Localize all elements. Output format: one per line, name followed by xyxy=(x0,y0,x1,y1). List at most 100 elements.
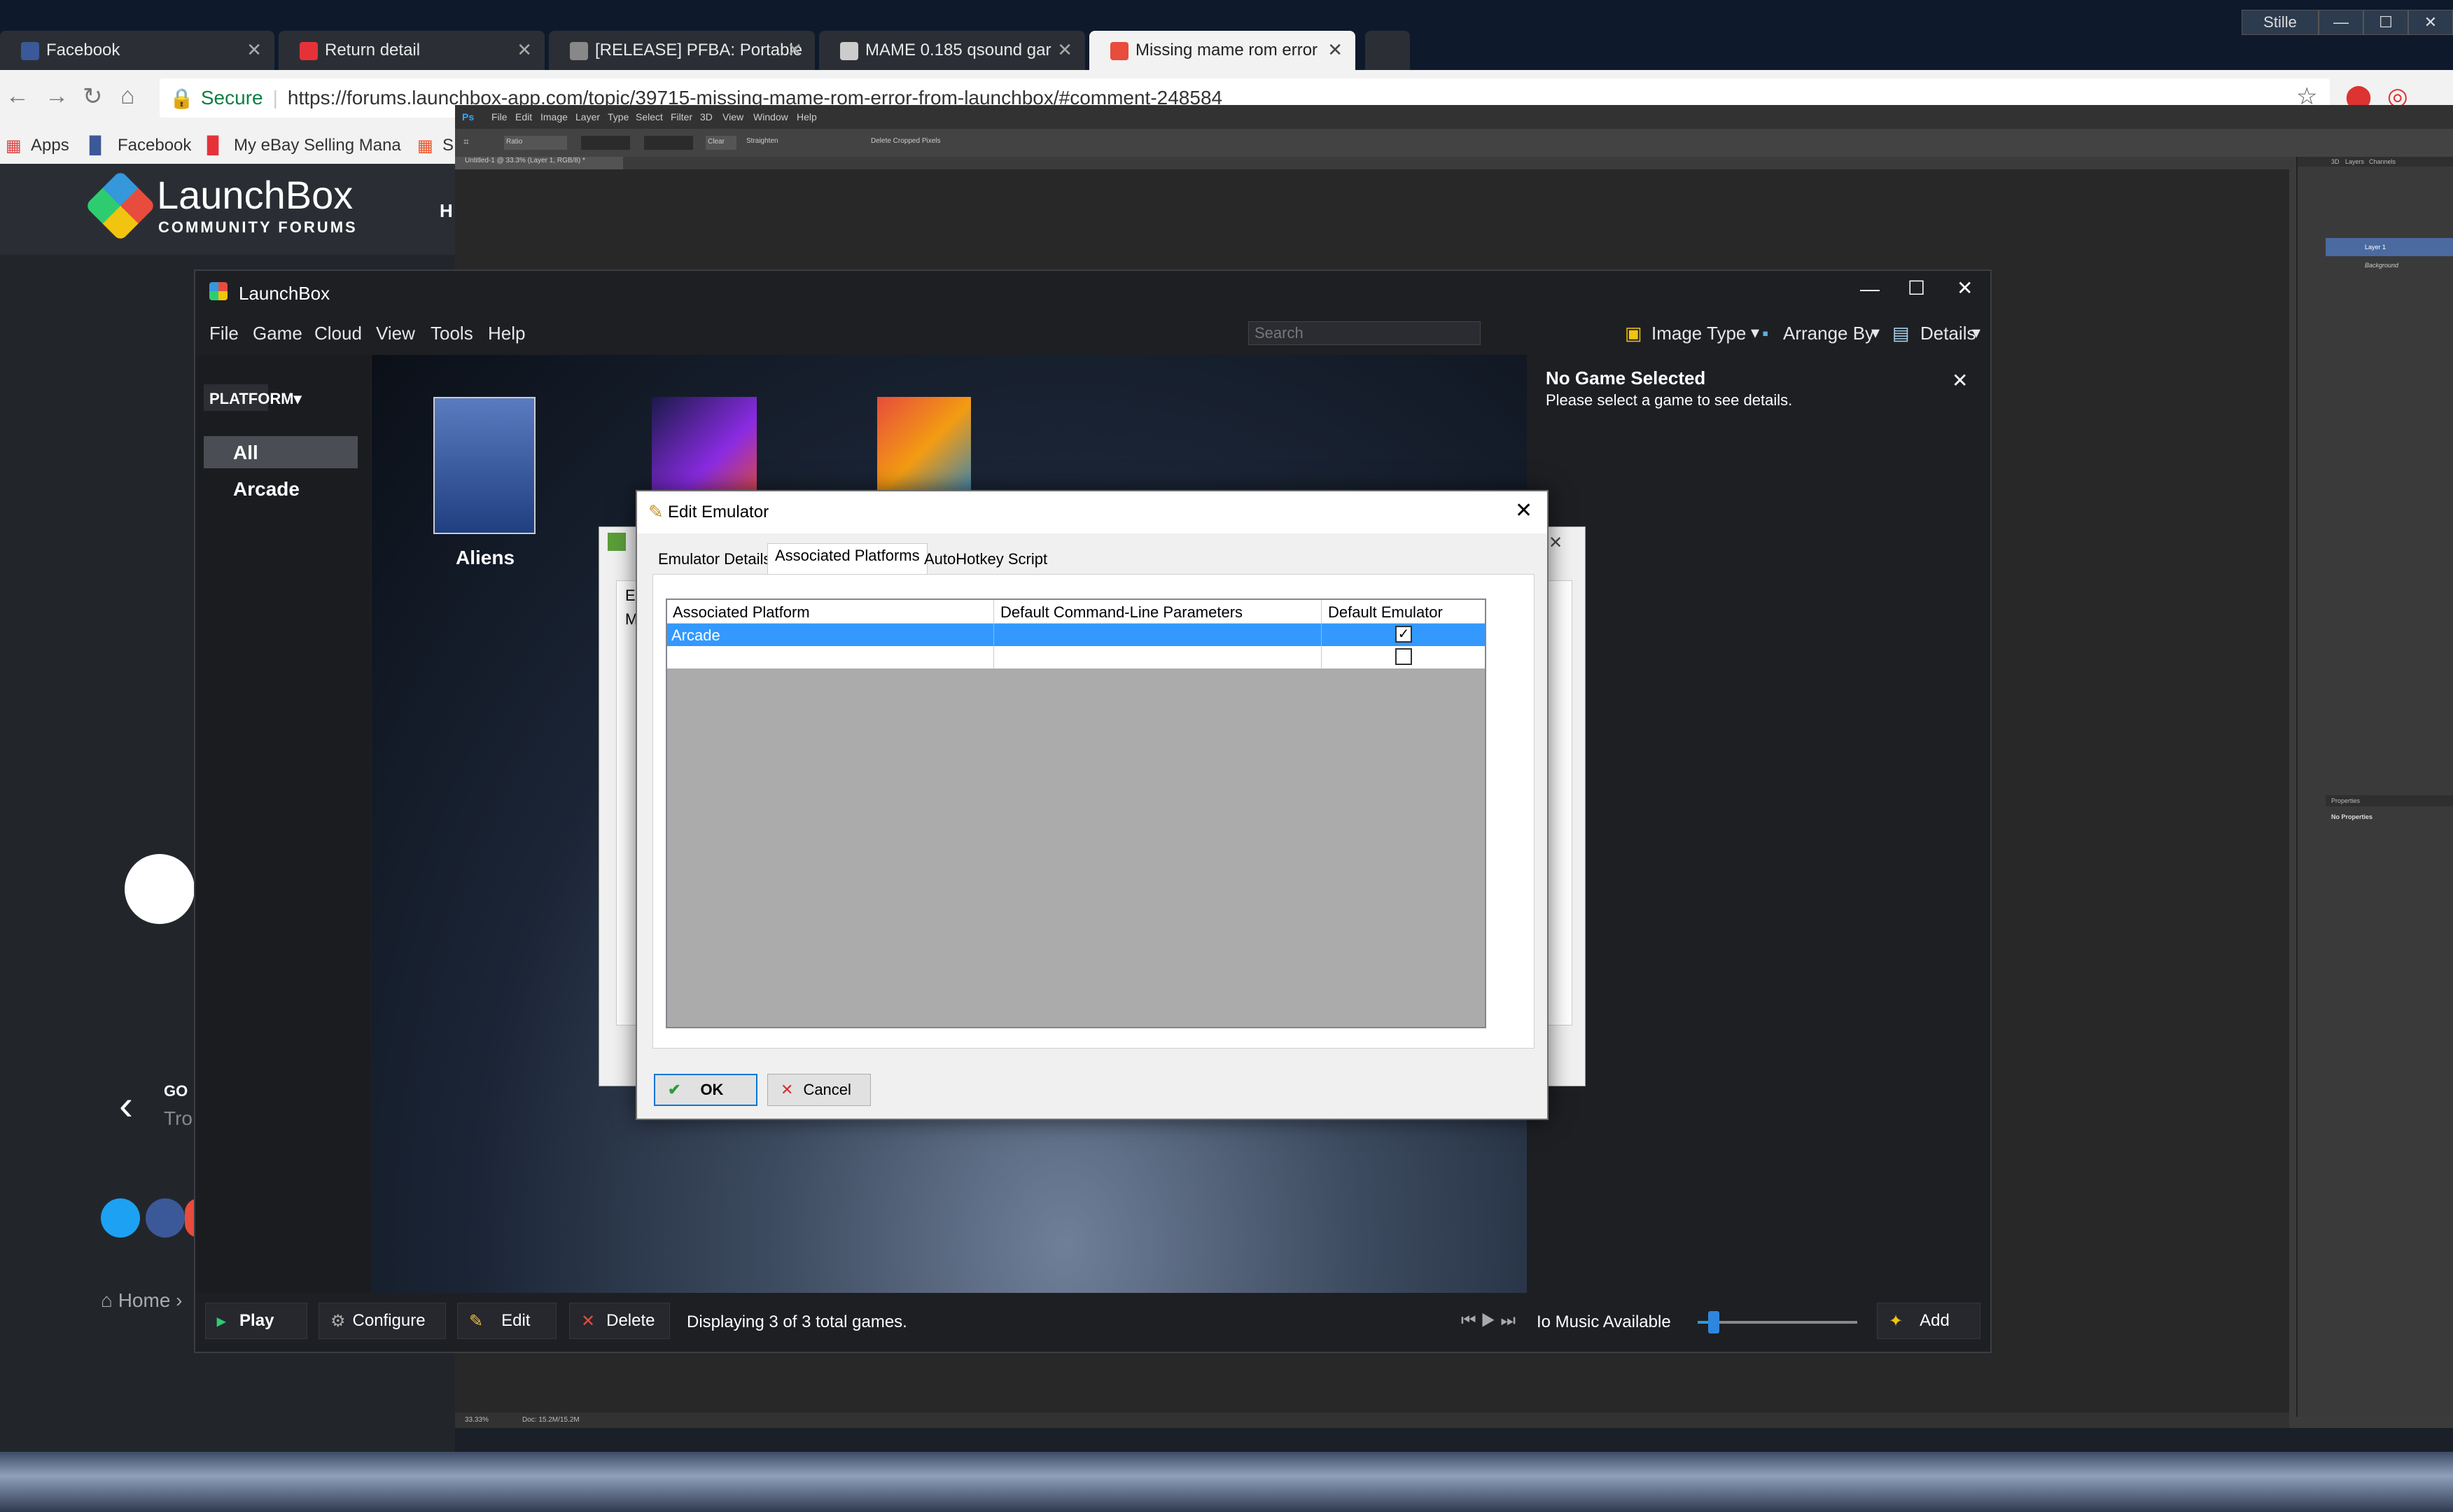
facebook-icon[interactable] xyxy=(146,1198,185,1238)
clear-button[interactable]: Clear xyxy=(706,136,736,150)
platform-filter-dropdown[interactable]: PLATFORM▾ xyxy=(204,384,302,411)
table-row[interactable] xyxy=(667,646,1485,668)
tab-channels[interactable]: Channels xyxy=(2369,158,2396,165)
game-card-2[interactable] xyxy=(652,397,757,502)
details-dropdown[interactable]: Details xyxy=(1920,323,1976,344)
menu-game[interactable]: Game xyxy=(253,323,302,344)
width-field[interactable] xyxy=(581,136,630,150)
column-header[interactable]: Default Command-Line Parameters xyxy=(1000,603,1243,622)
delete-cropped-checkbox[interactable]: Delete Cropped Pixels xyxy=(871,137,941,145)
menu-help[interactable]: Help xyxy=(488,323,525,344)
ps-menu-view[interactable]: View xyxy=(722,111,743,122)
add-button[interactable]: ✦ Add xyxy=(1877,1303,1980,1339)
column-header[interactable]: Default Emulator xyxy=(1328,603,1443,622)
platform-cell[interactable]: Arcade xyxy=(671,626,720,645)
sidebar-item-arcade[interactable]: Arcade xyxy=(204,472,358,505)
column-header[interactable]: Associated Platform xyxy=(673,603,810,622)
forum-nav-item[interactable]: H xyxy=(440,200,453,222)
crop-tool-icon[interactable]: ⌗ xyxy=(463,136,469,148)
reload-icon[interactable]: ↻ xyxy=(83,83,103,111)
ps-menu-edit[interactable]: Edit xyxy=(515,111,532,122)
maximize-button[interactable]: ☐ xyxy=(2363,10,2408,35)
menu-tools[interactable]: Tools xyxy=(431,323,473,344)
profile-button[interactable]: Stille xyxy=(2242,10,2319,35)
ps-menu-3d[interactable]: 3D xyxy=(700,111,713,122)
dialog-title: Edit Emulator xyxy=(668,503,769,522)
volume-slider[interactable] xyxy=(1698,1311,1857,1334)
media-controls[interactable]: ⏮ ▶ ⏭ xyxy=(1461,1311,1516,1331)
configure-label: Configure xyxy=(352,1311,426,1330)
ps-menu-window[interactable]: Window xyxy=(753,111,788,122)
close-button[interactable]: ✕ xyxy=(1957,276,1973,300)
close-icon[interactable]: ✕ xyxy=(1549,533,1563,553)
tab-emulator-details[interactable]: Emulator Details xyxy=(651,547,778,571)
game-card-3[interactable] xyxy=(877,397,971,502)
ps-menu-layer[interactable]: Layer xyxy=(575,111,600,122)
ps-menu-image[interactable]: Image xyxy=(540,111,568,122)
launchbox-icon xyxy=(1110,42,1128,60)
breadcrumb-home[interactable]: ⌂ Home › xyxy=(101,1289,183,1312)
menu-file[interactable]: File xyxy=(209,323,239,344)
close-icon[interactable]: ✕ xyxy=(1952,369,1968,392)
ps-menu-file[interactable]: File xyxy=(491,111,508,122)
close-icon[interactable]: ✕ xyxy=(246,39,262,61)
tab-autohotkey-script[interactable]: AutoHotkey Script xyxy=(917,547,1054,571)
properties-empty-text: No Properties xyxy=(2331,813,2373,820)
game-card-aliens[interactable] xyxy=(433,397,536,534)
forward-icon[interactable]: → xyxy=(45,83,69,110)
default-emulator-checkbox[interactable]: ✓ xyxy=(1395,626,1412,643)
chevron-left-icon[interactable]: ‹ xyxy=(119,1081,133,1129)
minimize-button[interactable]: — xyxy=(2319,10,2363,35)
arrange-by-dropdown[interactable]: Arrange By xyxy=(1783,323,1874,344)
close-icon[interactable]: ✕ xyxy=(517,39,532,61)
table-row[interactable]: Arcade ✓ xyxy=(667,624,1485,646)
twitter-icon[interactable] xyxy=(101,1198,140,1238)
straighten-button[interactable]: Straighten xyxy=(746,137,778,145)
edit-button[interactable]: ✎ Edit xyxy=(457,1303,557,1339)
ps-document-tab[interactable]: Untitled-1 @ 33.3% (Layer 1, RGB/8) * xyxy=(455,157,623,169)
search-input[interactable]: Search xyxy=(1248,321,1481,345)
sidebar-item-all[interactable]: All xyxy=(204,436,358,468)
cancel-button[interactable]: ✕ Cancel xyxy=(767,1074,871,1106)
new-tab-button[interactable] xyxy=(1365,31,1410,70)
delete-button[interactable]: ✕ Delete xyxy=(569,1303,670,1339)
layer-row[interactable]: Layer 1 xyxy=(2326,238,2453,256)
home-icon[interactable]: ⌂ xyxy=(120,83,135,110)
close-button[interactable]: ✕ xyxy=(2408,10,2453,35)
close-icon[interactable]: ✕ xyxy=(1057,39,1072,61)
tab-associated-platforms[interactable]: Associated Platforms xyxy=(767,543,928,575)
volume-thumb[interactable] xyxy=(1707,1311,1719,1334)
browser-tab-mame[interactable]: MAME 0.185 qsound gar ✕ xyxy=(819,31,1085,70)
maximize-button[interactable]: ☐ xyxy=(1908,276,1925,300)
bookmark-s[interactable]: S xyxy=(442,136,454,155)
ps-menu-help[interactable]: Help xyxy=(797,111,817,122)
ps-menu-type[interactable]: Type xyxy=(608,111,629,122)
menu-cloud[interactable]: Cloud xyxy=(314,323,362,344)
tab-layers[interactable]: Layers xyxy=(2345,158,2364,165)
menu-view[interactable]: View xyxy=(376,323,415,344)
ok-button[interactable]: ✔ OK xyxy=(654,1074,757,1106)
close-icon[interactable]: ✕ xyxy=(787,39,802,61)
configure-button[interactable]: ⚙ Configure xyxy=(319,1303,446,1339)
browser-tab-missing-mame[interactable]: Missing mame rom error ✕ xyxy=(1089,31,1355,70)
minimize-button[interactable]: — xyxy=(1860,278,1880,300)
height-field[interactable] xyxy=(644,136,693,150)
default-emulator-checkbox[interactable] xyxy=(1395,648,1412,665)
ratio-select[interactable]: Ratio xyxy=(504,136,567,150)
close-icon[interactable]: ✕ xyxy=(1327,39,1343,61)
bookmark-apps[interactable]: Apps xyxy=(31,136,69,155)
bookmark-ebay[interactable]: My eBay Selling Mana xyxy=(234,136,401,155)
browser-tab-pfba[interactable]: [RELEASE] PFBA: Portable ✕ xyxy=(549,31,815,70)
browser-tab-facebook[interactable]: Facebook ✕ xyxy=(0,31,274,70)
back-icon[interactable]: ← xyxy=(6,83,29,110)
ps-menu-select[interactable]: Select xyxy=(636,111,663,122)
tab-3d[interactable]: 3D xyxy=(2331,158,2340,165)
image-type-dropdown[interactable]: Image Type xyxy=(1651,323,1746,344)
photoshop-menubar: Ps File Edit Image Layer Type Select Fil… xyxy=(455,105,2453,129)
bookmark-facebook[interactable]: Facebook xyxy=(118,136,191,155)
layer-row[interactable]: Background xyxy=(2326,256,2453,274)
close-icon[interactable]: ✕ xyxy=(1515,498,1532,523)
browser-tab-return-detail[interactable]: Return detail ✕ xyxy=(279,31,545,70)
play-button[interactable]: ▸ Play xyxy=(205,1303,307,1339)
ps-menu-filter[interactable]: Filter xyxy=(671,111,692,122)
